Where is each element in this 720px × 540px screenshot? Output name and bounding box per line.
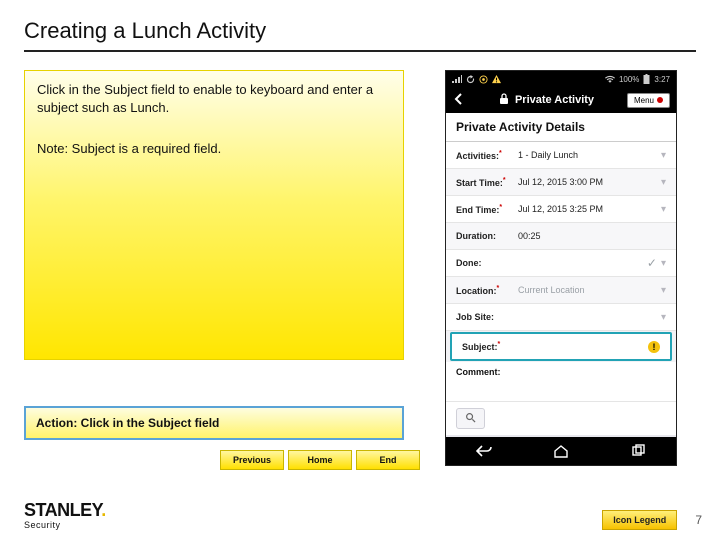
- activities-value: 1 - Daily Lunch: [518, 150, 657, 160]
- start-time-value: Jul 12, 2015 3:00 PM: [518, 177, 657, 187]
- signal-icon: [452, 75, 462, 83]
- chevron-down-icon: ▾: [657, 258, 666, 269]
- warning-icon: [492, 75, 501, 84]
- back-icon[interactable]: [452, 92, 466, 108]
- app-title: Private Activity: [515, 94, 594, 106]
- end-time-row[interactable]: End Time:* Jul 12, 2015 3:25 PM ▾: [446, 196, 676, 223]
- subject-label: Subject:: [462, 342, 498, 352]
- nav-recent-icon[interactable]: [618, 444, 658, 458]
- icon-legend-button[interactable]: Icon Legend: [602, 510, 677, 530]
- nav-controls: Previous Home End: [24, 450, 429, 470]
- magnifier-icon: [465, 412, 476, 425]
- duration-value: 00:25: [518, 231, 666, 241]
- end-time-value: Jul 12, 2015 3:25 PM: [518, 204, 657, 214]
- duration-label: Duration:: [456, 231, 518, 241]
- jobsite-label: Job Site:: [456, 312, 518, 322]
- page-number: 7: [695, 513, 702, 527]
- menu-label: Menu: [634, 96, 654, 105]
- subject-row[interactable]: Subject:* !: [450, 332, 672, 361]
- search-row: [446, 402, 676, 435]
- menu-button[interactable]: Menu: [627, 93, 670, 108]
- chevron-down-icon: ▾: [657, 312, 666, 323]
- search-chip[interactable]: [456, 408, 485, 429]
- lock-icon: [499, 93, 509, 108]
- comment-label: Comment:: [456, 367, 501, 377]
- phone-mock: 100% 3:27 Private Activity: [445, 70, 677, 466]
- section-header: Private Activity Details: [446, 113, 676, 142]
- wifi-icon: [605, 75, 615, 83]
- action-bar: Action: Click in the Subject field: [24, 406, 404, 440]
- battery-level: 100%: [619, 75, 639, 84]
- done-label: Done:: [456, 258, 518, 268]
- location-label: Location:: [456, 286, 497, 296]
- chevron-down-icon: ▾: [657, 204, 666, 215]
- app-bar: Private Activity Menu: [446, 87, 676, 113]
- start-time-row[interactable]: Start Time:* Jul 12, 2015 3:00 PM ▾: [446, 169, 676, 196]
- target-icon: [479, 75, 488, 84]
- status-bar: 100% 3:27: [446, 71, 676, 87]
- home-button[interactable]: Home: [288, 450, 352, 470]
- location-placeholder: Current Location: [518, 285, 657, 295]
- logo-subtext: Security: [24, 521, 106, 530]
- jobsite-row[interactable]: Job Site: ▾: [446, 304, 676, 331]
- battery-icon: [643, 74, 650, 84]
- duration-row: Duration: 00:25: [446, 223, 676, 250]
- check-icon: ✓: [647, 256, 657, 270]
- done-row[interactable]: Done: ✓ ▾: [446, 250, 676, 277]
- location-row[interactable]: Location:* Current Location ▾: [446, 277, 676, 304]
- chevron-down-icon: ▾: [657, 285, 666, 296]
- end-button[interactable]: End: [356, 450, 420, 470]
- chevron-down-icon: ▾: [657, 150, 666, 161]
- activities-row[interactable]: Activities:* 1 - Daily Lunch ▾: [446, 142, 676, 169]
- start-time-label: Start Time:: [456, 178, 503, 188]
- page-title: Creating a Lunch Activity: [24, 18, 696, 52]
- previous-button[interactable]: Previous: [220, 450, 284, 470]
- notification-dot-icon: [657, 97, 663, 103]
- refresh-icon: [466, 75, 475, 84]
- chevron-down-icon: ▾: [657, 177, 666, 188]
- android-nav-bar: [446, 437, 676, 465]
- nav-back-icon[interactable]: [464, 444, 504, 458]
- clock-time: 3:27: [654, 75, 670, 84]
- brand-logo: STANLEY. Security: [24, 501, 106, 530]
- end-time-label: End Time:: [456, 205, 499, 215]
- nav-home-icon[interactable]: [541, 444, 581, 458]
- instruction-note: Click in the Subject field to enable to …: [24, 70, 404, 360]
- warning-badge-icon: !: [648, 341, 660, 353]
- comment-row[interactable]: Comment:: [446, 362, 676, 402]
- logo-text: STANLEY: [24, 500, 101, 520]
- note-paragraph-2: Note: Subject is a required field.: [37, 140, 391, 158]
- note-paragraph-1: Click in the Subject field to enable to …: [37, 81, 391, 116]
- activities-label: Activities:: [456, 151, 499, 161]
